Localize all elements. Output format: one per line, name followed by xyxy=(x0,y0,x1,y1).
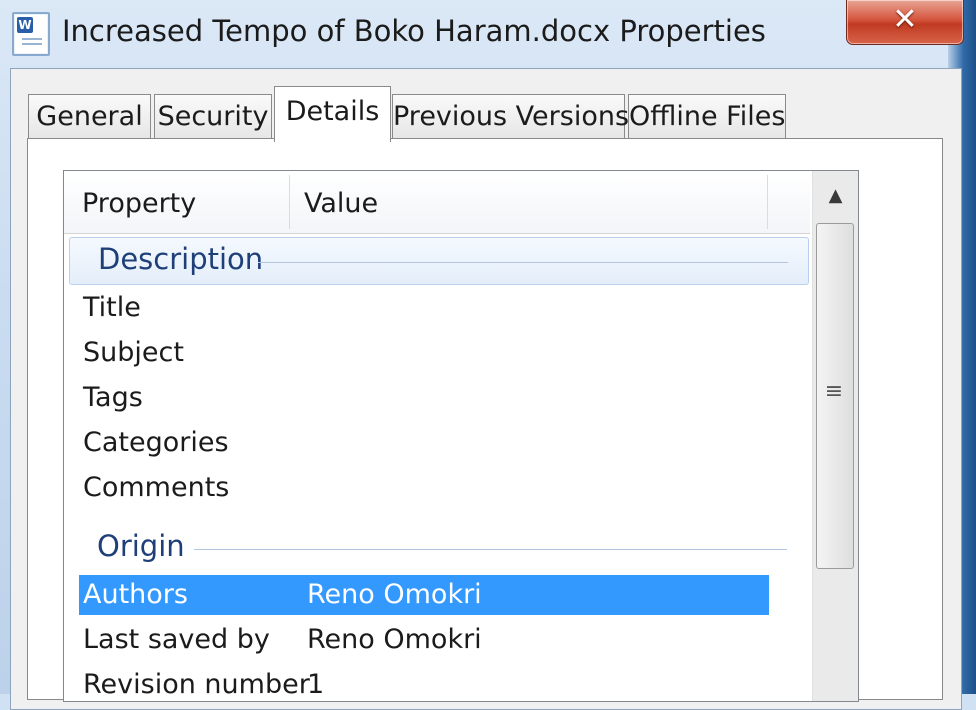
list-item[interactable]: Last saved by Reno Omokri xyxy=(79,620,769,660)
property-value: Reno Omokri xyxy=(307,579,482,610)
vertical-scrollbar[interactable]: ▲ ≡ xyxy=(812,171,858,701)
list-item-selected[interactable]: Authors Reno Omokri xyxy=(79,575,769,615)
list-header: Property Value xyxy=(64,171,810,234)
property-value: Reno Omokri xyxy=(307,624,482,655)
property-value: 1 xyxy=(307,669,325,700)
tab-security[interactable]: Security xyxy=(154,94,272,138)
tab-details[interactable]: Details xyxy=(274,86,391,142)
property-name: Last saved by xyxy=(83,624,270,655)
property-name: Categories xyxy=(83,427,229,458)
list-item[interactable]: Subject xyxy=(79,333,769,373)
list-item[interactable]: Title xyxy=(79,288,769,328)
word-document-icon: W xyxy=(12,12,50,56)
list-item[interactable]: Revision number 1 xyxy=(79,665,769,701)
column-divider[interactable] xyxy=(767,175,768,229)
list-item[interactable]: Tags xyxy=(79,378,769,418)
list-item[interactable]: Comments xyxy=(79,468,769,508)
list-item[interactable]: Categories xyxy=(79,423,769,463)
property-name: Revision number xyxy=(83,669,310,700)
group-label: Origin xyxy=(97,529,185,563)
property-name: Comments xyxy=(83,472,230,503)
properties-list[interactable]: Property Value Description Title Subject… xyxy=(63,170,859,702)
close-button[interactable]: ✕ xyxy=(846,0,964,45)
column-divider[interactable] xyxy=(289,175,290,229)
grip-icon: ≡ xyxy=(824,379,844,404)
title-bar[interactable]: W Increased Tempo of Boko Haram.docx Pro… xyxy=(0,0,976,66)
tab-general[interactable]: General xyxy=(28,94,151,138)
column-header-value[interactable]: Value xyxy=(304,171,378,233)
group-header-description[interactable]: Description xyxy=(69,237,809,285)
group-divider xyxy=(194,549,787,550)
close-icon: ✕ xyxy=(892,2,918,37)
group-header-origin[interactable]: Origin xyxy=(69,525,809,573)
window-title: Increased Tempo of Boko Haram.docx Prope… xyxy=(62,14,766,48)
property-name: Title xyxy=(83,292,141,323)
tab-offline-files[interactable]: Offline Files xyxy=(628,94,786,138)
tab-previous-versions[interactable]: Previous Versions xyxy=(392,94,629,138)
group-label: Description xyxy=(98,242,264,276)
property-name: Authors xyxy=(83,579,188,610)
scroll-up-arrow-icon[interactable]: ▲ xyxy=(813,171,858,221)
column-header-property[interactable]: Property xyxy=(82,171,196,233)
property-name: Tags xyxy=(83,382,143,413)
group-divider xyxy=(258,262,788,263)
property-name: Subject xyxy=(83,337,184,368)
scrollbar-thumb[interactable]: ≡ xyxy=(816,223,854,569)
